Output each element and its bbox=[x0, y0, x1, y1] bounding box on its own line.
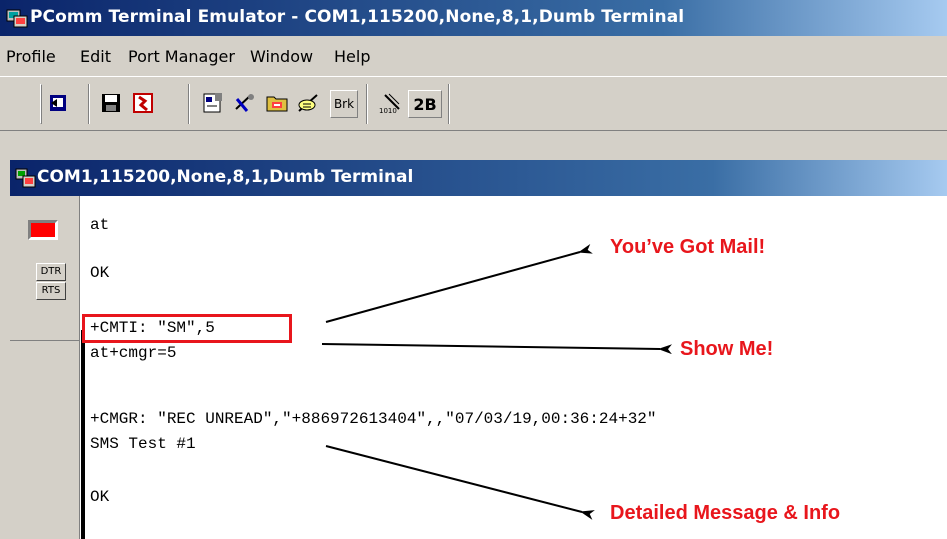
mail-arrow bbox=[325, 243, 593, 323]
annotation-arrows bbox=[321, 243, 673, 520]
annotation-detail: Detailed Message & Info bbox=[610, 502, 841, 524]
show-arrow bbox=[321, 343, 673, 355]
detail-arrow bbox=[325, 445, 595, 520]
annotation-mail: You’ve Got Mail! bbox=[610, 236, 766, 258]
annotation-show: Show Me! bbox=[680, 338, 774, 360]
